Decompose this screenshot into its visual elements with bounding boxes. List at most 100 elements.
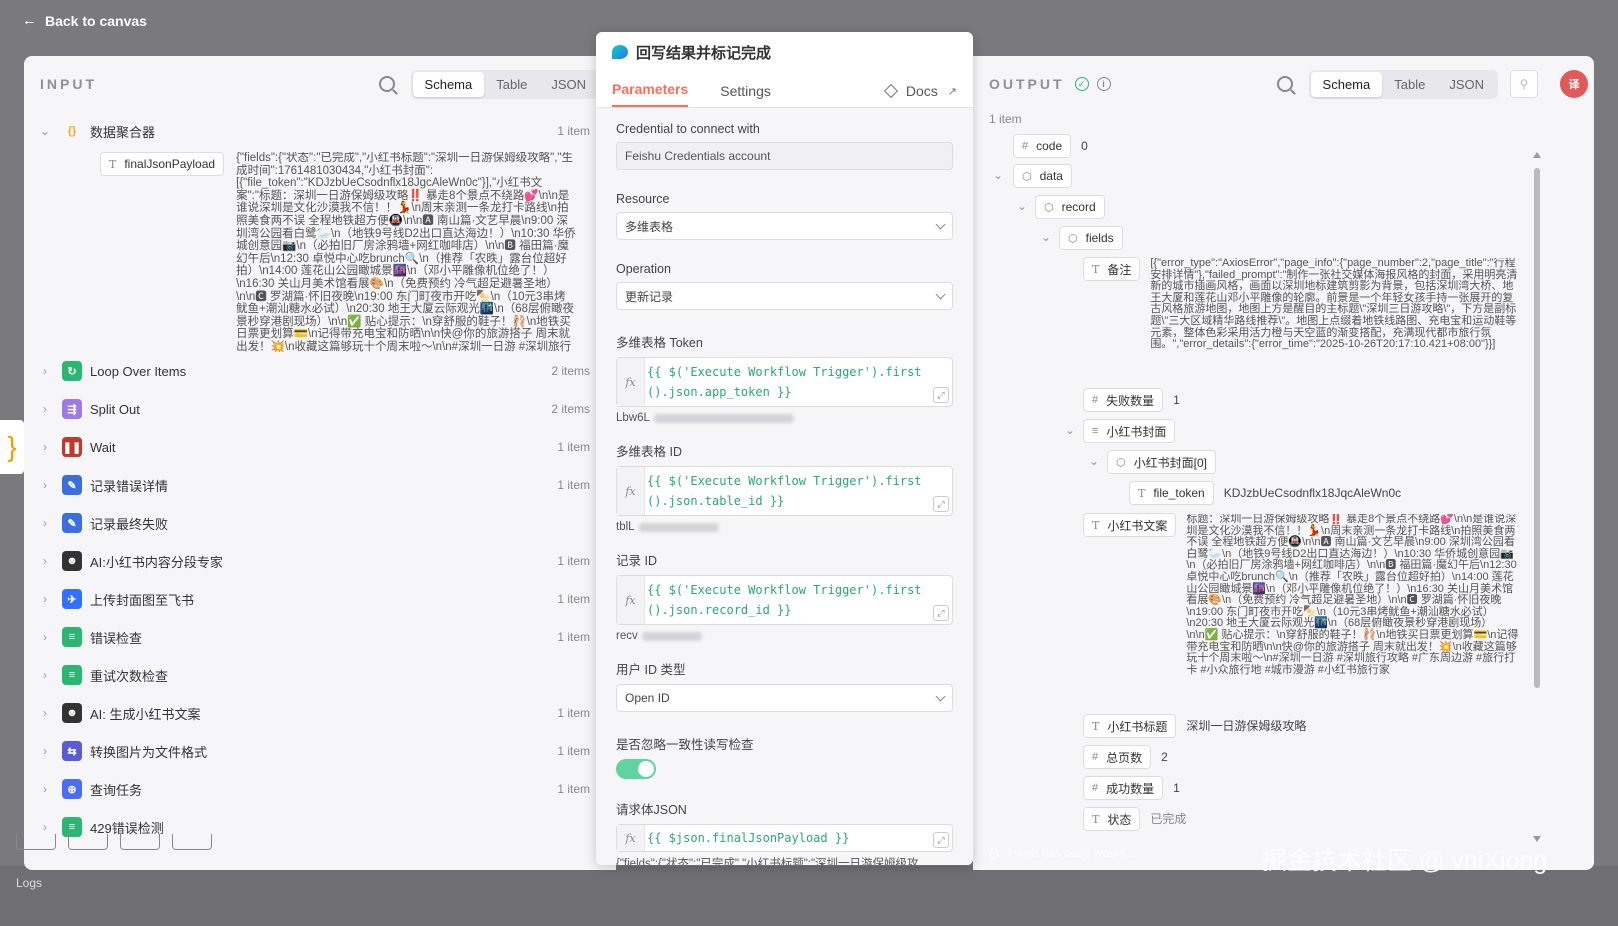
resource-select[interactable]: 多维表格 xyxy=(616,212,953,240)
key-cover[interactable]: ≡ 小红书封面 xyxy=(1083,419,1176,443)
object-type-icon: ⬡ xyxy=(1022,170,1032,183)
feedback-link[interactable]: I wish this node would... xyxy=(990,846,1135,860)
search-icon[interactable] xyxy=(378,76,395,92)
canvas-control[interactable] xyxy=(120,834,160,850)
search-icon[interactable] xyxy=(1276,76,1293,92)
back-to-canvas-link[interactable]: ← Back to canvas xyxy=(22,12,147,29)
chevron-right-icon[interactable]: › xyxy=(36,592,54,606)
object-type-icon: ⬡ xyxy=(1044,201,1054,214)
input-node[interactable]: › ✈ 上传封面图至飞书 1 item xyxy=(36,580,602,618)
expand-icon[interactable]: ⤢ xyxy=(933,832,949,848)
user-id-type-select[interactable]: Open ID xyxy=(616,684,953,712)
input-tab-json[interactable]: JSON xyxy=(539,72,598,97)
key-title[interactable]: T 小红书标题 xyxy=(1083,714,1177,738)
object-type-icon: ⬡ xyxy=(1116,456,1126,469)
expand-icon[interactable]: ⤢ xyxy=(933,605,949,621)
key-status[interactable]: T 状态 xyxy=(1083,807,1141,831)
body-json-expression-field[interactable]: fx {{ $json.finalJsonPayload }} ⤢ xyxy=(616,824,953,852)
text-type-icon: T xyxy=(1092,812,1100,826)
chevron-down-icon[interactable]: ⌄ xyxy=(1065,423,1075,437)
input-node[interactable]: › ⊕ 查询任务 1 item xyxy=(36,770,602,808)
node-title[interactable]: 回写结果并标记完成 xyxy=(636,42,771,63)
canvas-controls xyxy=(16,834,212,850)
value-title: 深圳一日游保姆级攻略 xyxy=(1186,719,1307,733)
table-id-expression-field[interactable]: fx {{ $('Execute Workflow Trigger').firs… xyxy=(616,466,953,516)
chevron-right-icon[interactable]: › xyxy=(36,478,54,492)
output-tab-table[interactable]: Table xyxy=(1382,72,1437,97)
expand-icon[interactable]: ⤢ xyxy=(933,496,949,512)
input-node[interactable]: › ≡ 重试次数检查 xyxy=(36,656,602,694)
translate-icon[interactable]: 译 xyxy=(1560,70,1588,98)
credential-field[interactable]: Feishu Credentials account xyxy=(616,142,953,170)
key-fields[interactable]: ⬡ fields xyxy=(1059,226,1123,250)
canvas-control[interactable] xyxy=(68,834,108,850)
input-node[interactable]: › ✎ 记录错误详情 1 item xyxy=(36,466,602,504)
operation-label: Operation xyxy=(616,262,671,276)
body-json-preview: {"fields":{"状态":"已完成","小红书标题":"深圳一日游保姆级攻… xyxy=(616,858,929,865)
input-tab-table[interactable]: Table xyxy=(484,72,539,97)
chevron-right-icon[interactable]: › xyxy=(36,554,54,568)
input-node[interactable]: ⌄ {} 数据聚合器 1 item xyxy=(36,112,602,150)
chevron-right-icon[interactable]: › xyxy=(36,402,54,416)
token-expression-field[interactable]: fx {{ $('Execute Workflow Trigger').firs… xyxy=(616,357,953,407)
chevron-right-icon[interactable]: › xyxy=(36,820,54,834)
input-node[interactable]: › ≡ 错误检查 1 item xyxy=(36,618,602,656)
key-file-token[interactable]: Tfile_token xyxy=(1129,481,1214,505)
ignore-consistency-toggle[interactable] xyxy=(616,759,656,779)
text-type-icon: T xyxy=(109,157,117,171)
key-total-pages[interactable]: # 总页数 xyxy=(1083,745,1152,769)
tab-parameters[interactable]: Parameters xyxy=(612,81,689,107)
chevron-down-icon[interactable]: ⌄ xyxy=(1041,230,1051,244)
chevron-down-icon[interactable]: ⌄ xyxy=(1089,454,1099,468)
input-node-count: 1 item xyxy=(557,440,590,454)
pin-icon[interactable]: ⚲ xyxy=(1510,70,1538,98)
chevron-down-icon[interactable]: ⌄ xyxy=(993,168,1003,182)
output-scrollbar[interactable] xyxy=(1533,152,1541,842)
chevron-right-icon[interactable]: › xyxy=(36,516,54,530)
output-tab-schema[interactable]: Schema xyxy=(1310,71,1383,97)
input-node[interactable]: › ☻ AI: 生成小红书文案 1 item xyxy=(36,694,602,732)
input-node[interactable]: › ↻ Loop Over Items 2 items xyxy=(36,352,602,390)
operation-select[interactable]: 更新记录 xyxy=(616,282,953,310)
logs-toggle[interactable]: Logs xyxy=(16,876,42,890)
chevron-right-icon[interactable]: › xyxy=(36,668,54,682)
chevron-right-icon[interactable]: › xyxy=(36,782,54,796)
chevron-down-icon[interactable]: ⌄ xyxy=(1017,199,1027,213)
key-record[interactable]: ⬡ record xyxy=(1035,195,1105,219)
field-key-finalJsonPayload[interactable]: TfinalJsonPayload xyxy=(100,152,225,176)
chevron-down-icon[interactable]: ⌄ xyxy=(36,124,54,138)
input-node[interactable]: › ⇆ 转换图片为文件格式 1 item xyxy=(36,732,602,770)
body-json-label: 请求体JSON xyxy=(616,803,687,817)
key-fail-count[interactable]: # 失败数量 xyxy=(1083,388,1164,412)
key-code[interactable]: # code xyxy=(1013,134,1072,158)
input-node[interactable]: › ✎ 记录最终失败 xyxy=(36,504,602,542)
tab-settings[interactable]: Settings xyxy=(720,83,771,107)
chevron-right-icon[interactable]: › xyxy=(36,630,54,644)
canvas-control[interactable] xyxy=(16,834,56,850)
robot-icon: ☻ xyxy=(62,551,82,571)
canvas-control[interactable] xyxy=(172,834,212,850)
key-data[interactable]: ⬡ data xyxy=(1013,164,1072,188)
key-success-count[interactable]: # 成功数量 xyxy=(1083,776,1164,800)
input-node[interactable]: › ☻ AI:小红书内容分段专家 1 item xyxy=(36,542,602,580)
chevron-right-icon[interactable]: › xyxy=(36,744,54,758)
record-id-expression-field[interactable]: fx {{ $('Execute Workflow Trigger').firs… xyxy=(616,575,953,625)
input-node[interactable]: › ⇶ Split Out 2 items xyxy=(36,390,602,428)
input-node[interactable]: › ❚❚ Wait 1 item xyxy=(36,428,602,466)
cube-icon xyxy=(883,83,898,99)
chevron-right-icon[interactable]: › xyxy=(36,706,54,720)
chevron-right-icon[interactable]: › xyxy=(36,440,54,454)
input-tab-schema[interactable]: Schema xyxy=(412,71,485,97)
key-copy[interactable]: T 小红书文案 xyxy=(1083,513,1177,537)
value-fail-count: 1 xyxy=(1173,393,1180,407)
value-file-token: KDJzbUeCsodnflx18JqcAleWn0c xyxy=(1223,486,1402,500)
expand-icon[interactable]: ⤢ xyxy=(933,387,949,403)
output-tab-json[interactable]: JSON xyxy=(1437,72,1496,97)
docs-link[interactable]: Docs ↗ xyxy=(883,83,957,107)
key-beizhu[interactable]: T 备注 xyxy=(1083,257,1141,281)
array-type-icon: ≡ xyxy=(1092,425,1099,437)
info-icon[interactable]: i xyxy=(1096,77,1111,91)
key-cover-0[interactable]: ⬡ 小红书封面[0] xyxy=(1107,450,1216,474)
braces-icon[interactable]: } xyxy=(0,420,24,474)
chevron-right-icon[interactable]: › xyxy=(36,364,54,378)
